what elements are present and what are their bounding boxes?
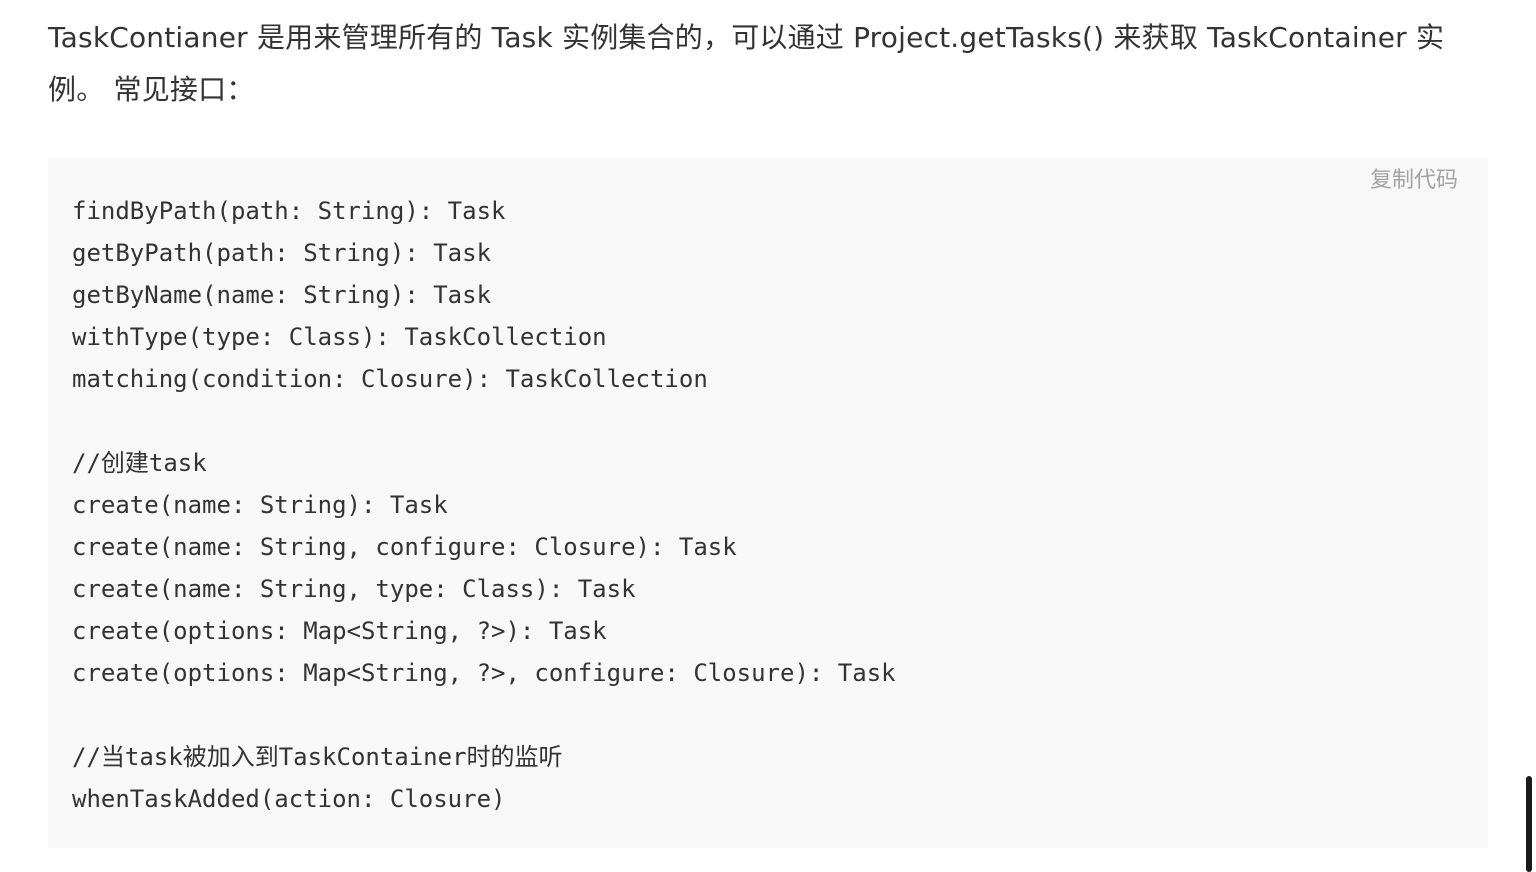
code-line: create(name: String): Task [72,491,448,519]
code-content: findByPath(path: String): Task getByPath(… [72,190,896,820]
code-comment: //当task被加入到TaskContainer时的监听 [72,743,563,771]
intro-paragraph: TaskContianer 是用来管理所有的 Task 实例集合的，可以通过 P… [48,21,1445,106]
code-line: whenTaskAdded(action: Closure) [72,785,506,813]
copy-code-button[interactable]: 复制代码 [1370,166,1458,196]
code-comment: //创建task [72,449,207,477]
code-line: create(options: Map<String, ?>): Task [72,617,607,645]
code-line: create(name: String, type: Class): Task [72,575,636,603]
code-line: create(options: Map<String, ?>, configur… [72,659,896,687]
code-block: 复制代码 findByPath(path: String): Task getBy… [48,158,1488,848]
code-line: getByName(name: String): Task [72,281,492,309]
code-line: matching(condition: Closure): TaskCollec… [72,365,708,393]
code-line: findByPath(path: String): Task [72,197,506,225]
code-line: create(name: String, configure: Closure)… [72,533,737,561]
code-line: getByPath(path: String): Task [72,239,492,267]
code-line: withType(type: Class): TaskCollection [72,323,607,351]
scrollbar-thumb[interactable] [1526,776,1532,872]
